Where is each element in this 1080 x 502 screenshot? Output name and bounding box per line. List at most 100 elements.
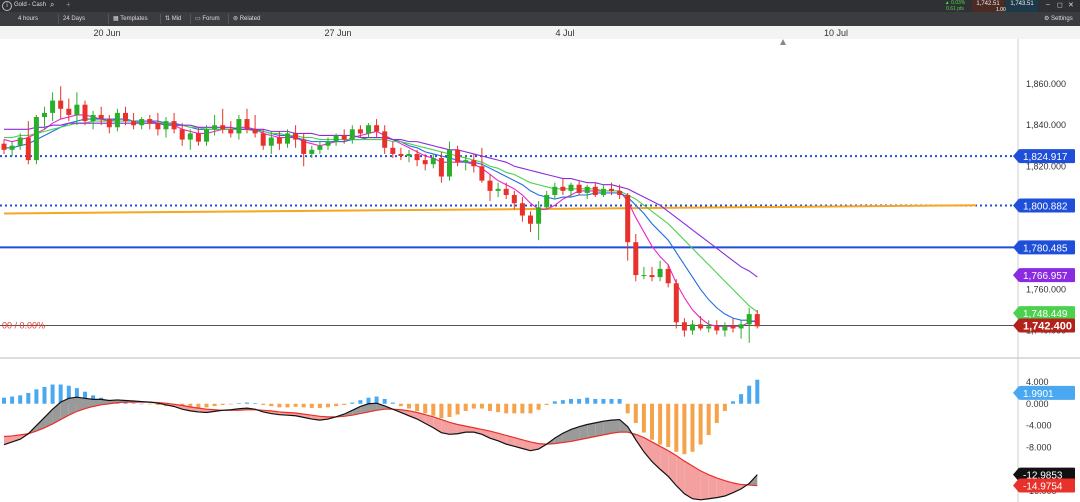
candle-body[interactable]	[519, 203, 525, 216]
candle-body[interactable]	[17, 137, 23, 146]
candle-body[interactable]	[406, 153, 412, 156]
candle-body[interactable]	[357, 129, 363, 134]
candle-body[interactable]	[730, 326, 736, 329]
candle-body[interactable]	[179, 129, 185, 140]
candle-body[interactable]	[528, 215, 533, 224]
candle-body[interactable]	[317, 145, 323, 150]
candle-body[interactable]	[341, 135, 347, 140]
candle-body[interactable]	[98, 114, 104, 120]
minimize-icon[interactable]: –	[1046, 1, 1050, 8]
candle-body[interactable]	[220, 125, 226, 130]
candle-body[interactable]	[609, 188, 614, 191]
candle-body[interactable]	[754, 314, 760, 327]
candle-body[interactable]	[123, 112, 128, 122]
candle-body[interactable]	[592, 186, 598, 195]
candle-body[interactable]	[301, 139, 307, 154]
settings-button[interactable]: ⚙ Settings	[1040, 14, 1077, 24]
candle-body[interactable]	[139, 119, 145, 126]
candle-body[interactable]	[698, 324, 704, 329]
candle-body[interactable]	[430, 158, 436, 165]
candle-body[interactable]	[633, 242, 639, 276]
candle-body[interactable]	[66, 108, 72, 115]
candle-body[interactable]	[398, 153, 404, 156]
range-select[interactable]: 24 Days	[58, 14, 89, 24]
price-chart[interactable]: 20 Jun 27 Jun 4 Jul 10 Jul 00 / 0.00% 1,860…	[0, 26, 1080, 502]
templates-button[interactable]: ▦ Templates	[108, 14, 152, 24]
candle-body[interactable]	[576, 184, 582, 193]
info-icon[interactable]: i	[2, 1, 12, 11]
related-button[interactable]: ⊚ Related	[228, 14, 264, 24]
candle-body[interactable]	[1, 143, 7, 150]
candle-body[interactable]	[366, 125, 371, 134]
candle-body[interactable]	[106, 119, 112, 128]
candle-body[interactable]	[114, 112, 120, 128]
candle-body[interactable]	[414, 153, 420, 161]
candle-body[interactable]	[212, 125, 218, 130]
candle-body[interactable]	[447, 149, 452, 177]
candle-body[interactable]	[58, 100, 64, 109]
candle-body[interactable]	[511, 195, 517, 204]
mid-button[interactable]: ⇅ Mid	[160, 14, 185, 24]
candle-body[interactable]	[544, 195, 550, 208]
candle-body[interactable]	[293, 133, 299, 140]
candle-body[interactable]	[260, 133, 266, 146]
candle-body[interactable]	[187, 133, 193, 140]
candle-body[interactable]	[495, 188, 501, 191]
candle-body[interactable]	[25, 137, 31, 161]
candle-body[interactable]	[252, 129, 258, 134]
candle-body[interactable]	[74, 104, 80, 115]
candle-body[interactable]	[333, 135, 339, 142]
candle-body[interactable]	[463, 160, 469, 163]
candle-body[interactable]	[325, 141, 331, 146]
candle-body[interactable]	[131, 121, 137, 126]
candle-body[interactable]	[503, 188, 509, 195]
candle-body[interactable]	[163, 121, 169, 130]
candle-body[interactable]	[625, 195, 631, 243]
candle-body[interactable]	[552, 186, 558, 195]
candle-body[interactable]	[584, 186, 590, 193]
candle-body[interactable]	[649, 275, 655, 278]
candle-body[interactable]	[147, 119, 153, 124]
candle-body[interactable]	[382, 131, 388, 148]
candle-body[interactable]	[285, 133, 290, 144]
candle-body[interactable]	[349, 129, 355, 140]
candle-body[interactable]	[155, 123, 161, 130]
candle-body[interactable]	[690, 324, 695, 331]
candle-body[interactable]	[600, 188, 606, 195]
candle-body[interactable]	[228, 129, 234, 134]
plus-icon[interactable]: +	[66, 0, 71, 9]
candle-body[interactable]	[714, 326, 720, 331]
close-icon[interactable]: ✕	[1068, 1, 1074, 9]
candle-body[interactable]	[560, 186, 566, 191]
candle-body[interactable]	[244, 119, 250, 130]
forum-button[interactable]: ▭ Forum	[190, 14, 224, 24]
candle-body[interactable]	[171, 121, 177, 130]
candle-body[interactable]	[374, 125, 380, 132]
candle-body[interactable]	[390, 147, 396, 154]
candle-body[interactable]	[681, 322, 687, 331]
candle-body[interactable]	[568, 184, 574, 191]
candle-body[interactable]	[204, 129, 209, 142]
candle-body[interactable]	[673, 283, 679, 323]
candle-body[interactable]	[617, 190, 623, 195]
candle-body[interactable]	[471, 160, 477, 167]
search-icon[interactable]: ⌕	[50, 0, 54, 10]
candle-body[interactable]	[195, 133, 201, 142]
candle-body[interactable]	[746, 314, 752, 325]
candle-body[interactable]	[276, 137, 282, 144]
candle-body[interactable]	[641, 275, 647, 277]
candle-body[interactable]	[706, 326, 712, 329]
timeframe-select[interactable]: 4 hours	[14, 14, 42, 24]
candle-body[interactable]	[536, 207, 542, 224]
candle-body[interactable]	[90, 114, 96, 122]
candle-body[interactable]	[82, 104, 88, 122]
candle-body[interactable]	[33, 117, 39, 161]
candle-body[interactable]	[236, 119, 242, 134]
restore-icon[interactable]: ◻	[1057, 1, 1063, 9]
candle-body[interactable]	[657, 268, 663, 278]
candle-body[interactable]	[438, 158, 444, 177]
candle-body[interactable]	[422, 160, 428, 165]
candle-body[interactable]	[722, 326, 728, 331]
candle-body[interactable]	[487, 180, 493, 191]
candle-body[interactable]	[665, 268, 671, 284]
